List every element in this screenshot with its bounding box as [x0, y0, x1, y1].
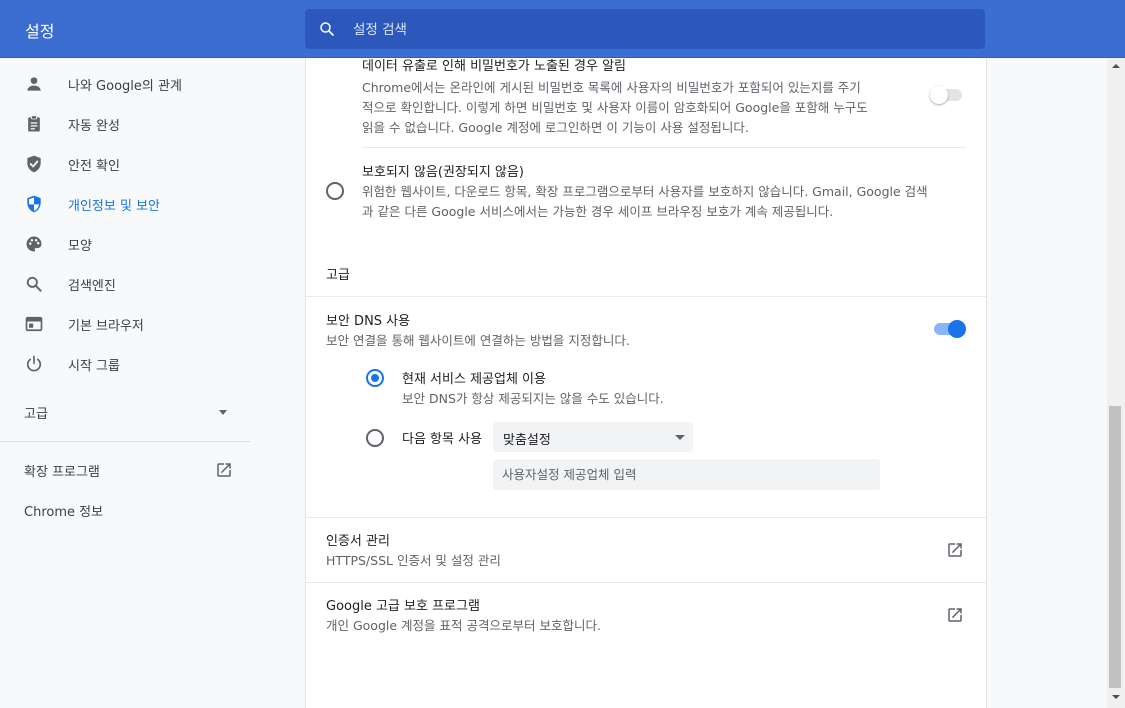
scrollbar-thumb[interactable]: [1109, 406, 1121, 688]
sidebar-item-label: 모양: [68, 239, 92, 254]
row-divider: [362, 147, 966, 148]
sidebar-item-you-and-google[interactable]: 나와 Google의 관계: [0, 64, 250, 104]
open-in-new-icon: [948, 608, 962, 622]
no-protection-title: 보호되지 않음(권장되지 않음): [362, 165, 524, 180]
sidebar-item-autofill[interactable]: 자동 완성: [0, 104, 250, 144]
person-icon: [27, 77, 41, 91]
dns-custom-provider-label: 다음 항목 사용: [402, 432, 483, 447]
chevron-down-icon: [219, 410, 227, 415]
no-protection-radio[interactable]: [326, 182, 344, 200]
advanced-protection-row[interactable]: Google 고급 보호 프로그램 개인 Google 계정을 표적 공격으로부…: [306, 583, 986, 647]
dns-current-provider-desc: 보안 DNS가 항상 제공되지는 않을 수도 있습니다.: [402, 391, 664, 406]
scroll-down-arrow-icon[interactable]: [1112, 695, 1120, 699]
section-divider: [306, 296, 986, 297]
sidebar-item-label: 자동 완성: [68, 119, 120, 134]
advanced-protection-title: Google 고급 보호 프로그램: [326, 599, 480, 614]
header-bar: 설정: [0, 0, 1125, 58]
sidebar-item-privacy-security[interactable]: 개인정보 및 보안: [0, 184, 250, 224]
leak-alert-title: 데이터 유출로 인해 비밀번호가 노출된 경우 알림: [362, 59, 626, 74]
sidebar-item-label: 안전 확인: [68, 159, 120, 174]
page-scrollbar[interactable]: [1107, 58, 1125, 708]
leak-alert-desc-line: 읽을 수 없습니다. Google 계정에 로그인하면 이 기능이 사용 설정됩…: [362, 120, 749, 135]
sidebar-item-default-browser[interactable]: 기본 브라우저: [0, 304, 250, 344]
sidebar-item-appearance[interactable]: 모양: [0, 224, 250, 264]
settings-card: 데이터 유출로 인해 비밀번호가 노출된 경우 알림 Chrome에서는 온라인…: [305, 58, 987, 708]
sidebar-item-search-engine[interactable]: 검색엔진: [0, 264, 250, 304]
sidebar-divider: [0, 441, 250, 442]
shield-icon: [27, 195, 41, 213]
open-in-new-icon: [217, 463, 231, 477]
advanced-heading: 고급: [326, 268, 350, 283]
sidebar-advanced-toggle[interactable]: 고급: [0, 398, 250, 426]
browser-icon: [25, 316, 43, 332]
toggle-knob: [930, 86, 948, 104]
palette-icon: [26, 236, 42, 252]
secure-dns-toggle[interactable]: [932, 319, 966, 339]
dropdown-arrow-icon: [675, 435, 685, 440]
toggle-knob: [948, 320, 966, 338]
search-icon: [26, 276, 42, 292]
leak-alert-desc-line: 적으로 확인합니다. 이렇게 하면 비밀번호 및 사용자 이름이 암호화되어 G…: [362, 100, 868, 115]
sidebar-about-chrome[interactable]: Chrome 정보: [0, 498, 250, 522]
leak-alert-desc-line: Chrome에서는 온라인에 게시된 비밀번호 목록에 사용자의 비밀번호가 포…: [362, 80, 861, 95]
sidebar-extensions-link[interactable]: 확장 프로그램: [0, 458, 250, 482]
manage-certificates-row[interactable]: 인증서 관리 HTTPS/SSL 인증서 및 설정 관리: [306, 518, 986, 582]
dns-current-provider-radio[interactable]: [366, 369, 384, 387]
sidebar-about-label: Chrome 정보: [24, 505, 104, 520]
sidebar-item-on-startup[interactable]: 시작 그룹: [0, 344, 250, 384]
custom-dns-provider-input[interactable]: [493, 459, 880, 490]
sidebar-item-safety-check[interactable]: 안전 확인: [0, 144, 250, 184]
no-protection-desc-line: 위험한 웹사이트, 다운로드 항목, 확장 프로그램으로부터 사용자를 보호하지…: [362, 184, 928, 199]
no-protection-desc-line: 과 같은 다른 Google 서비스에서는 가능한 경우 세이프 브라우징 보호…: [362, 204, 834, 219]
search-box[interactable]: [305, 9, 985, 49]
sidebar-extensions-label: 확장 프로그램: [24, 465, 100, 480]
search-icon: [320, 22, 334, 36]
manage-certificates-title: 인증서 관리: [326, 534, 390, 549]
sidebar-item-label: 개인정보 및 보안: [68, 199, 160, 214]
app-title: 설정: [25, 22, 55, 41]
shield-check-icon: [27, 155, 41, 173]
sidebar-item-label: 나와 Google의 관계: [68, 79, 182, 94]
dns-provider-select[interactable]: 맞춤설정: [493, 422, 693, 452]
dns-custom-provider-radio[interactable]: [366, 429, 384, 447]
sidebar-item-label: 검색엔진: [68, 279, 116, 294]
advanced-protection-desc: 개인 Google 계정을 표적 공격으로부터 보호합니다.: [326, 618, 601, 633]
leak-alert-toggle[interactable]: [930, 85, 964, 105]
dns-current-provider-label: 현재 서비스 제공업체 이용: [402, 372, 546, 387]
open-in-new-icon: [948, 543, 962, 557]
sidebar: 나와 Google의 관계 자동 완성 안전 확인 개인정보 및 보안 모양 검…: [0, 58, 250, 708]
search-input[interactable]: [351, 18, 955, 42]
sidebar-item-label: 시작 그룹: [68, 359, 120, 374]
dns-provider-select-value: 맞춤설정: [503, 433, 551, 448]
secure-dns-title: 보안 DNS 사용: [326, 314, 411, 329]
secure-dns-desc: 보안 연결을 통해 웹사이트에 연결하는 방법을 지정합니다.: [326, 333, 630, 348]
sidebar-advanced-label: 고급: [24, 407, 48, 422]
power-icon: [26, 355, 42, 372]
sidebar-item-label: 기본 브라우저: [68, 319, 144, 334]
manage-certificates-desc: HTTPS/SSL 인증서 및 설정 관리: [326, 553, 501, 568]
clipboard-icon: [28, 115, 40, 132]
scroll-up-arrow-icon[interactable]: [1112, 64, 1120, 68]
